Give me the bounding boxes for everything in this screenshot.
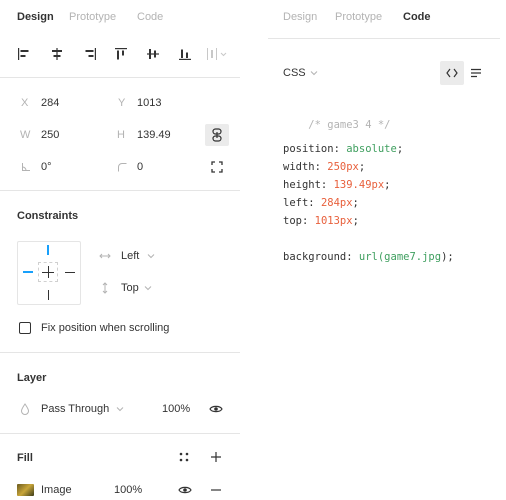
- align-top-icon[interactable]: [113, 46, 129, 62]
- layer-opacity-input[interactable]: 100%: [162, 403, 190, 415]
- fix-position-checkbox[interactable]: [19, 322, 31, 334]
- list-view-icon[interactable]: [468, 65, 484, 81]
- align-right-icon[interactable]: [82, 46, 98, 62]
- code-value: 1013px: [314, 215, 353, 227]
- constraint-left-indicator[interactable]: [23, 271, 33, 273]
- code-value: 284px: [320, 197, 353, 209]
- chevron-down-icon[interactable]: [309, 68, 319, 78]
- x-label: X: [21, 97, 29, 109]
- code-prop: background:: [283, 251, 353, 263]
- code-line-background: background: url(game7.jpg);: [283, 251, 454, 263]
- constraint-right-indicator[interactable]: [65, 271, 75, 273]
- tab-code[interactable]: Code: [403, 11, 431, 23]
- vertical-constraint-icon: [99, 282, 111, 294]
- independent-corners-icon[interactable]: [210, 160, 224, 174]
- y-input[interactable]: 1013: [137, 97, 161, 109]
- constrain-proportions-icon[interactable]: [205, 124, 229, 146]
- constraints-widget[interactable]: [17, 241, 81, 305]
- code-view-icon[interactable]: [440, 61, 464, 85]
- width-input[interactable]: 250: [41, 129, 59, 141]
- layer-title: Layer: [17, 372, 47, 384]
- horizontal-constraint-select[interactable]: Left: [121, 250, 139, 262]
- corner-radius-icon: [116, 161, 128, 173]
- code-prop: left:: [283, 197, 315, 209]
- height-input[interactable]: 139.49: [137, 129, 171, 141]
- code-line-position: position: absolute;: [283, 143, 404, 155]
- vertical-constraint-select[interactable]: Top: [121, 282, 139, 294]
- code-comment-text: /* game3 4 */: [308, 119, 391, 131]
- align-left-icon[interactable]: [16, 46, 32, 62]
- code-line-width: width: 250px;: [283, 161, 366, 173]
- code-prop: position:: [283, 143, 340, 155]
- eye-icon[interactable]: [177, 483, 193, 497]
- constraints-title: Constraints: [17, 210, 79, 222]
- code-url-end: );: [441, 251, 454, 263]
- corner-radius-input[interactable]: 0: [137, 161, 143, 173]
- chevron-down-icon[interactable]: [146, 251, 156, 261]
- code-line-left: left: 284px;: [283, 197, 359, 209]
- constraint-bottom-indicator[interactable]: [47, 290, 49, 300]
- styles-icon[interactable]: [178, 451, 190, 463]
- fill-type-label[interactable]: Image: [41, 484, 72, 496]
- tab-design[interactable]: Design: [283, 11, 317, 23]
- rotation-icon: [20, 161, 32, 173]
- rotation-input[interactable]: 0°: [41, 161, 52, 173]
- code-prop: height:: [283, 179, 328, 191]
- align-horizontal-center-icon[interactable]: [49, 46, 65, 62]
- chevron-down-icon[interactable]: [143, 283, 153, 293]
- tab-prototype[interactable]: Prototype: [69, 11, 116, 23]
- y-label: Y: [118, 97, 126, 109]
- code-prop: width:: [283, 161, 321, 173]
- chevron-down-icon[interactable]: [115, 404, 125, 414]
- remove-fill-icon[interactable]: [209, 483, 223, 497]
- code-line-height: height: 139.49px;: [283, 179, 391, 191]
- fill-opacity-input[interactable]: 100%: [114, 484, 142, 496]
- code-line-top: top: 1013px;: [283, 215, 359, 227]
- eye-icon[interactable]: [208, 402, 224, 416]
- fix-position-label: Fix position when scrolling: [41, 322, 170, 334]
- constraint-center-horizontal[interactable]: [42, 271, 54, 273]
- distribute-dropdown-icon[interactable]: [205, 46, 231, 62]
- blend-mode-select[interactable]: Pass Through: [41, 403, 109, 415]
- code-url-arg: game7.jpg: [384, 251, 442, 263]
- x-input[interactable]: 284: [41, 97, 59, 109]
- add-fill-icon[interactable]: [209, 450, 223, 464]
- align-bottom-icon[interactable]: [177, 46, 193, 62]
- code-value: 250px: [327, 161, 359, 173]
- constraint-top-indicator[interactable]: [47, 245, 49, 255]
- language-select[interactable]: CSS: [283, 67, 306, 79]
- w-label: W: [20, 129, 31, 141]
- code-value: 139.49px: [333, 179, 385, 191]
- fill-title: Fill: [17, 452, 33, 464]
- image-thumbnail[interactable]: [17, 484, 34, 496]
- blend-mode-icon: [19, 403, 31, 415]
- code-value: absolute: [346, 143, 397, 155]
- h-label: H: [117, 129, 125, 141]
- tab-prototype[interactable]: Prototype: [335, 11, 382, 23]
- tab-code[interactable]: Code: [137, 11, 163, 23]
- align-vertical-center-icon[interactable]: [145, 46, 161, 62]
- code-prop: top:: [283, 215, 309, 227]
- code-comment: /* game3 4 */: [283, 107, 390, 143]
- horizontal-constraint-icon: [99, 250, 111, 262]
- code-url-fn: url(: [358, 251, 385, 263]
- tab-design[interactable]: Design: [17, 11, 54, 23]
